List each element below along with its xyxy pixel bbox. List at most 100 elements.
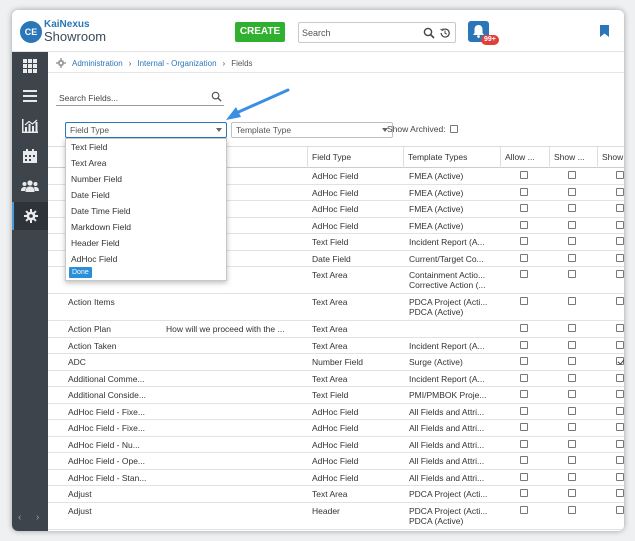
table-row[interactable]: AdHoc Field - Fixe... AdHoc Field All Fiel… — [48, 420, 624, 437]
table-row[interactable]: Action Plan How will we proceed with the … — [48, 321, 624, 338]
dropdown-option-header-field[interactable]: Header Field — [71, 236, 120, 250]
show-checkbox[interactable] — [568, 439, 576, 448]
show-checkbox[interactable] — [568, 505, 576, 514]
show-checkbox-2[interactable] — [616, 489, 624, 497]
show-checkbox-2[interactable] — [616, 373, 624, 382]
sidebar-item-chart[interactable] — [12, 112, 48, 140]
dropdown-done-button[interactable]: Done — [69, 267, 92, 278]
show-checkbox-2[interactable] — [616, 439, 624, 448]
allow-checkbox[interactable] — [520, 297, 528, 305]
chevron-right-icon[interactable]: › — [36, 512, 39, 523]
show-checkbox[interactable] — [568, 456, 576, 464]
show-checkbox-2[interactable] — [616, 187, 624, 196]
table-row[interactable]: AdHoc Field - Stan... AdHoc Field All Fiel… — [48, 470, 624, 486]
allow-checkbox[interactable] — [520, 423, 528, 431]
dropdown-option-text-field[interactable]: Text Field — [71, 140, 107, 154]
allow-checkbox[interactable] — [520, 253, 528, 262]
show-checkbox-2[interactable] — [616, 423, 624, 431]
allow-checkbox[interactable] — [520, 220, 528, 229]
table-row[interactable]: AdHoc Field - Ope... AdHoc Field All Field… — [48, 453, 624, 470]
table-row[interactable]: AdHoc Field - Fixe... AdHoc Field All Fiel… — [48, 404, 624, 420]
allow-checkbox[interactable] — [520, 406, 528, 415]
show-checkbox-2[interactable] — [616, 472, 624, 481]
show-checkbox[interactable] — [568, 171, 576, 179]
chevron-left-icon[interactable]: ‹ — [18, 512, 21, 523]
show-checkbox[interactable] — [568, 237, 576, 245]
dropdown-option-date-time-field[interactable]: Date Time Field — [71, 204, 131, 218]
show-checkbox[interactable] — [568, 472, 576, 481]
show-checkbox-2[interactable] — [616, 237, 624, 245]
column-header-field-type[interactable]: Field Type — [308, 147, 404, 168]
allow-checkbox[interactable] — [520, 373, 528, 382]
history-icon[interactable] — [439, 27, 451, 39]
table-row[interactable]: AdHoc Field - Nu... AdHoc Field All Fields… — [48, 437, 624, 453]
show-checkbox-2[interactable] — [616, 171, 624, 179]
table-row[interactable]: Adjust Header PDCA Project (Acti... PDCA (A… — [48, 503, 624, 530]
show-checkbox[interactable] — [568, 423, 576, 431]
show-checkbox-2[interactable] — [616, 253, 624, 262]
dropdown-option-adhoc-field[interactable]: AdHoc Field — [71, 252, 117, 266]
dropdown-option-date-field[interactable]: Date Field — [71, 188, 110, 202]
allow-checkbox[interactable] — [520, 357, 528, 365]
field-type-select[interactable]: Field Type — [65, 122, 227, 138]
show-checkbox-2[interactable] — [616, 340, 624, 349]
table-row[interactable]: ADC Number Field Surge (Active) — [48, 354, 624, 371]
column-header-show-1[interactable]: Show ... — [550, 147, 598, 168]
allow-checkbox[interactable] — [520, 340, 528, 349]
show-checkbox[interactable] — [568, 340, 576, 349]
allow-checkbox[interactable] — [520, 171, 528, 179]
allow-checkbox[interactable] — [520, 456, 528, 464]
show-checkbox[interactable] — [568, 270, 576, 278]
table-row[interactable]: Action Items Text Area PDCA Project (Acti.… — [48, 294, 624, 321]
allow-checkbox[interactable] — [520, 187, 528, 196]
table-row[interactable]: Additional Comme... Text Area Incident Rep… — [48, 371, 624, 387]
show-checkbox[interactable] — [568, 390, 576, 398]
show-checkbox[interactable] — [568, 357, 576, 365]
sidebar-item-settings[interactable] — [12, 202, 48, 230]
dropdown-option-markdown-field[interactable]: Markdown Field — [71, 220, 131, 234]
dropdown-option-text-area[interactable]: Text Area — [71, 156, 106, 170]
sidebar-item-calendar[interactable] — [12, 142, 48, 170]
allow-checkbox[interactable] — [520, 270, 528, 278]
sidebar-item-list[interactable] — [12, 82, 48, 110]
global-search-input[interactable] — [302, 26, 412, 40]
show-archived-checkbox[interactable] — [449, 125, 458, 133]
allow-checkbox[interactable] — [520, 204, 528, 212]
table-row[interactable]: Action Taken Text Area Incident Report (A.… — [48, 338, 624, 354]
allow-checkbox[interactable] — [520, 324, 528, 332]
allow-checkbox[interactable] — [520, 390, 528, 398]
column-header-allow[interactable]: Allow ... — [501, 147, 550, 168]
allow-checkbox[interactable] — [520, 472, 528, 481]
show-checkbox[interactable] — [568, 220, 576, 229]
allow-checkbox[interactable] — [520, 505, 528, 514]
show-checkbox[interactable] — [568, 187, 576, 196]
field-search-input[interactable] — [59, 92, 199, 104]
show-checkbox-2[interactable] — [616, 456, 624, 464]
table-row[interactable]: Additional Conside... Text Field PMI/PMBOK… — [48, 387, 624, 404]
allow-checkbox[interactable] — [520, 237, 528, 245]
column-header-template-types[interactable]: Template Types — [404, 147, 501, 168]
sidebar-item-people[interactable] — [12, 172, 48, 200]
show-checkbox-2[interactable] — [616, 406, 624, 415]
create-button[interactable]: CREATE — [235, 22, 285, 42]
breadcrumb-organization[interactable]: Internal - Organization — [137, 59, 216, 68]
show-checkbox[interactable] — [568, 406, 576, 415]
allow-checkbox[interactable] — [520, 489, 528, 497]
show-checkbox-2[interactable] — [616, 270, 624, 278]
bookmark-icon[interactable] — [600, 25, 609, 37]
show-checkbox-2[interactable] — [616, 324, 624, 332]
show-checkbox-2[interactable] — [616, 357, 624, 365]
show-checkbox-2[interactable] — [616, 505, 624, 514]
show-checkbox-2[interactable] — [616, 204, 624, 212]
show-checkbox-2[interactable] — [616, 220, 624, 229]
show-checkbox[interactable] — [568, 297, 576, 305]
show-checkbox-2[interactable] — [616, 297, 624, 305]
show-checkbox[interactable] — [568, 204, 576, 212]
show-checkbox[interactable] — [568, 373, 576, 382]
table-row[interactable]: Adjust Text Area PDCA Project (Acti... — [48, 486, 624, 503]
show-checkbox[interactable] — [568, 253, 576, 262]
show-checkbox-2[interactable] — [616, 390, 624, 398]
dropdown-option-number-field[interactable]: Number Field — [71, 172, 122, 186]
show-checkbox[interactable] — [568, 489, 576, 497]
breadcrumb-administration[interactable]: Administration — [72, 59, 123, 68]
